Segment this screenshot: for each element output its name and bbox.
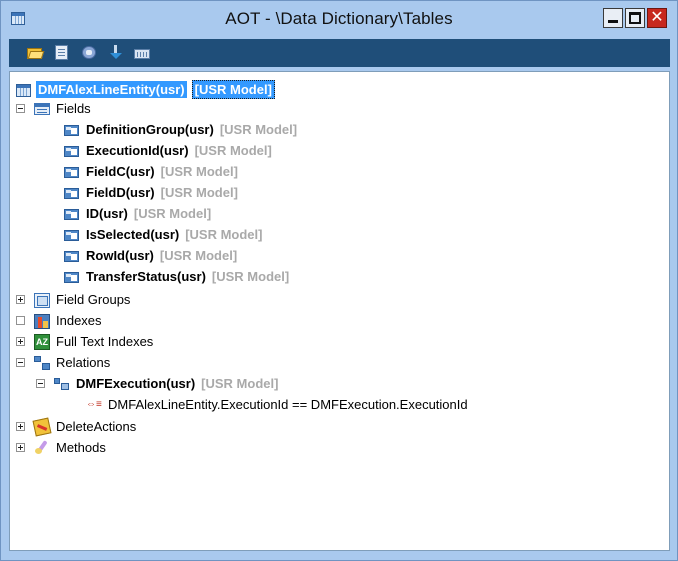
field-layer: [USR Model] bbox=[159, 248, 238, 263]
field-icon bbox=[64, 209, 79, 220]
properties-icon[interactable] bbox=[54, 45, 70, 60]
field-name: TransferStatus(usr) bbox=[86, 269, 206, 284]
relation-name: DMFExecution(usr) bbox=[76, 376, 196, 391]
field-icon bbox=[64, 188, 79, 199]
field-name: FieldD(usr) bbox=[86, 185, 155, 200]
expand-icon[interactable] bbox=[16, 295, 25, 304]
field-icon bbox=[64, 167, 79, 178]
field-name: RowId(usr) bbox=[86, 248, 154, 263]
field-layer: [USR Model] bbox=[160, 185, 238, 200]
field-layer: [USR Model] bbox=[185, 227, 263, 242]
root-name: DMFAlexLineEntity(usr) bbox=[36, 81, 187, 98]
indexes-label: Indexes bbox=[56, 313, 102, 328]
window-title: AOT - \Data Dictionary\Tables bbox=[225, 9, 453, 28]
relation-link-label: DMFAlexLineEntity.ExecutionId == DMFExec… bbox=[108, 397, 468, 412]
aot-window: AOT - \Data Dictionary\Tables ✕ DMFAlexL… bbox=[0, 0, 678, 561]
relations-label: Relations bbox=[56, 355, 111, 370]
expand-icon[interactable] bbox=[16, 443, 25, 452]
relation-icon bbox=[54, 378, 70, 390]
field-name: DefinitionGroup(usr) bbox=[86, 122, 214, 137]
close-icon: ✕ bbox=[650, 9, 664, 26]
close-button[interactable]: ✕ bbox=[647, 8, 667, 28]
field-icon bbox=[64, 125, 79, 136]
indexes-icon bbox=[34, 314, 50, 329]
collapse-icon[interactable] bbox=[16, 358, 25, 367]
field-icon bbox=[64, 251, 79, 262]
collapse-icon[interactable] bbox=[16, 104, 25, 113]
field-layer: [USR Model] bbox=[219, 122, 298, 137]
delete-actions-icon bbox=[32, 417, 52, 437]
field-layer: [USR Model] bbox=[160, 164, 238, 179]
full-text-indexes-label: Full Text Indexes bbox=[56, 334, 154, 349]
relations-icon bbox=[34, 356, 51, 370]
methods-icon bbox=[34, 440, 50, 456]
fields-label: Fields bbox=[56, 101, 91, 116]
field-name: ExecutionId(usr) bbox=[86, 143, 189, 158]
relation-link-icon: ⇔≡ bbox=[86, 399, 102, 410]
export-icon[interactable] bbox=[134, 45, 150, 60]
toolbar bbox=[9, 39, 670, 67]
field-icon bbox=[64, 272, 79, 283]
field-groups-icon bbox=[34, 293, 50, 308]
field-name: FieldC(usr) bbox=[86, 164, 155, 179]
field-groups-label: Field Groups bbox=[56, 292, 131, 307]
relation-layer: [USR Model] bbox=[201, 376, 279, 391]
title-bar[interactable]: AOT - \Data Dictionary\Tables ✕ bbox=[1, 1, 677, 39]
field-layer: [USR Model] bbox=[211, 269, 290, 284]
field-icon bbox=[64, 230, 79, 241]
import-icon[interactable] bbox=[108, 45, 124, 60]
maximize-button[interactable] bbox=[625, 8, 645, 28]
minimize-button[interactable] bbox=[603, 8, 623, 28]
aot-tree[interactable]: DMFAlexLineEntity(usr) [USR Model] Fields… bbox=[9, 71, 670, 551]
expand-icon[interactable] bbox=[16, 316, 25, 325]
compile-icon[interactable] bbox=[81, 45, 97, 60]
field-layer: [USR Model] bbox=[133, 206, 212, 221]
field-icon bbox=[64, 146, 79, 157]
delete-actions-label: DeleteActions bbox=[56, 419, 137, 434]
collapse-icon[interactable] bbox=[36, 379, 45, 388]
open-icon[interactable] bbox=[27, 45, 45, 60]
field-name: IsSelected(usr) bbox=[86, 227, 180, 242]
expand-icon[interactable] bbox=[16, 422, 25, 431]
root-layer: [USR Model] bbox=[191, 80, 275, 99]
table-icon bbox=[16, 84, 31, 97]
field-name: ID(usr) bbox=[86, 206, 128, 221]
fields-icon bbox=[34, 103, 50, 115]
field-layer: [USR Model] bbox=[194, 143, 272, 158]
full-text-index-icon: AZ bbox=[34, 334, 50, 350]
expand-icon[interactable] bbox=[16, 337, 25, 346]
methods-label: Methods bbox=[56, 440, 106, 455]
